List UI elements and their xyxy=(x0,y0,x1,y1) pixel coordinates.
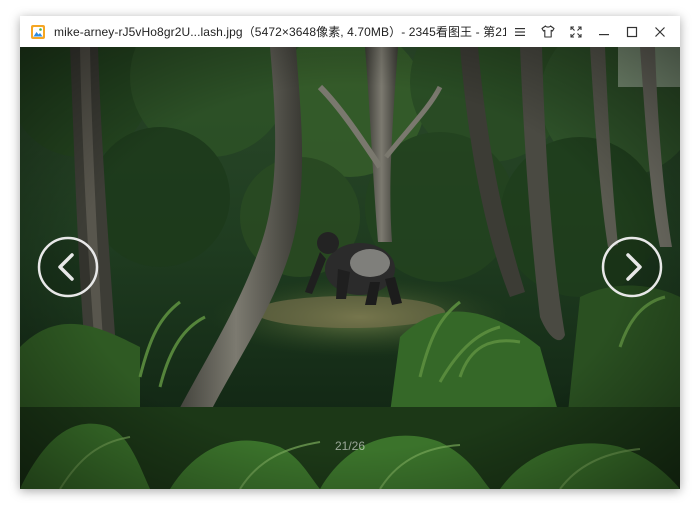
title-bar[interactable]: mike-arney-rJ5vHo8gr2U...lash.jpg（5472×3… xyxy=(20,16,680,48)
close-button[interactable] xyxy=(646,16,674,47)
maximize-icon xyxy=(626,26,638,37)
image-viewer-app-icon xyxy=(31,24,45,39)
previous-image-button[interactable] xyxy=(37,236,99,298)
window-title: mike-arney-rJ5vHo8gr2U...lash.jpg（5472×3… xyxy=(54,25,506,39)
image-viewport[interactable]: 21/26 xyxy=(20,47,680,489)
hamburger-menu-icon xyxy=(515,27,525,36)
menu-button[interactable] xyxy=(506,16,534,47)
chevron-left-circle-icon xyxy=(37,236,99,298)
chevron-right-circle-icon xyxy=(601,236,663,298)
maximize-button[interactable] xyxy=(618,16,646,47)
minimize-button[interactable] xyxy=(590,16,618,47)
fullscreen-arrows-icon xyxy=(570,25,582,38)
next-image-button[interactable] xyxy=(601,236,663,298)
gorilla-in-forest-photo xyxy=(20,47,680,489)
fullscreen-button[interactable] xyxy=(562,16,590,47)
minimize-icon xyxy=(599,33,609,35)
page-counter: 21/26 xyxy=(334,439,366,453)
skin-button[interactable] xyxy=(534,16,562,47)
close-icon xyxy=(655,26,665,37)
image-viewer-window: mike-arney-rJ5vHo8gr2U...lash.jpg（5472×3… xyxy=(20,16,680,489)
tshirt-skin-icon xyxy=(541,25,555,38)
